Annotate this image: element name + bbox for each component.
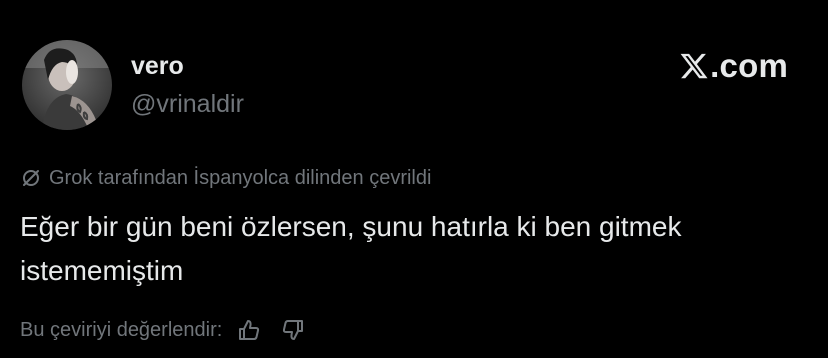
thumbs-up-icon <box>239 320 260 340</box>
display-name[interactable]: vero <box>131 51 184 81</box>
thumbs-up-button[interactable] <box>234 315 264 345</box>
feedback-label: Bu çeviriyi değerlendir: <box>20 318 223 341</box>
avatar-photo <box>22 40 112 130</box>
avatar[interactable] <box>22 40 112 130</box>
x-logo-icon <box>680 53 708 79</box>
translate-slash-icon <box>23 170 39 186</box>
tweet-card: vero @vrinaldir .com Grok tarafından İsp… <box>0 0 828 358</box>
user-handle[interactable]: @vrinaldir <box>131 89 244 119</box>
brand-label: .com <box>710 47 788 84</box>
translation-note: Grok tarafından İspanyolca dilinden çevr… <box>20 163 431 193</box>
brand-watermark: .com <box>679 48 788 84</box>
thumbs-down-button[interactable] <box>278 315 308 345</box>
tweet-text: Eğer bir gün beni özlersen, şunu hatırla… <box>20 211 682 286</box>
thumbs-down-icon <box>283 320 304 340</box>
translation-note-text: Grok tarafından İspanyolca dilinden çevr… <box>49 166 432 189</box>
translation-feedback: Bu çeviriyi değerlendir: <box>20 314 322 346</box>
